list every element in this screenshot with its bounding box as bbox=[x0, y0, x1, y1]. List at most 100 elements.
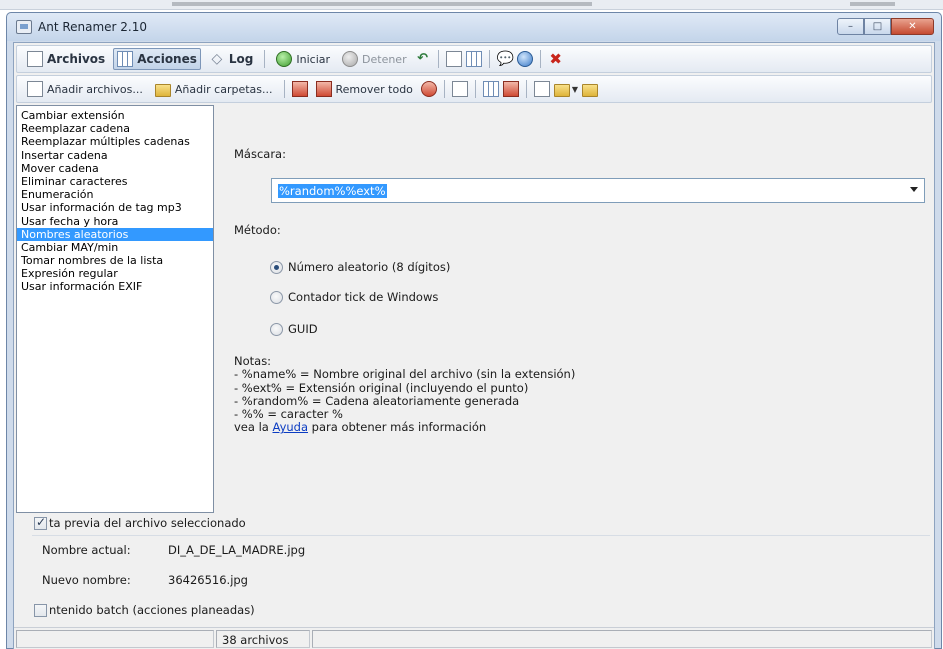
new-name-label: Nuevo nombre: bbox=[42, 573, 131, 587]
list-item[interactable]: Enumeración bbox=[17, 188, 213, 201]
current-name-label: Nombre actual: bbox=[42, 543, 131, 557]
help-link[interactable]: Ayuda bbox=[272, 420, 308, 434]
divider bbox=[32, 535, 930, 536]
notes-line: - %random% = Cadena aleatoriamente gener… bbox=[234, 393, 520, 408]
start-icon bbox=[276, 51, 293, 67]
list-item[interactable]: Tomar nombres de la lista bbox=[17, 254, 213, 267]
preview-checkbox-row[interactable]: ta previa del archivo seleccionado bbox=[34, 515, 246, 530]
window-title: Ant Renamer 2.10 bbox=[38, 20, 148, 34]
iniciar-button[interactable]: Iniciar bbox=[272, 48, 334, 70]
list-item[interactable]: Eliminar caracteres bbox=[17, 175, 213, 188]
toolbar-separator bbox=[264, 50, 266, 68]
minimize-button[interactable]: – bbox=[837, 18, 864, 35]
list-icon[interactable] bbox=[465, 51, 482, 67]
notes-title: Notas: bbox=[234, 354, 272, 368]
list-item[interactable]: Insertar cadena bbox=[17, 149, 213, 162]
list-item[interactable]: Usar información EXIF bbox=[17, 280, 213, 293]
undo-icon[interactable]: ↶ bbox=[415, 51, 431, 67]
list-item[interactable]: Cambiar MAY/min bbox=[17, 241, 213, 254]
list-item[interactable]: Cambiar extensión bbox=[17, 109, 213, 122]
radio-guid[interactable] bbox=[270, 323, 283, 336]
speech-bubble-icon[interactable]: 💬 bbox=[497, 51, 514, 67]
log-label: Log bbox=[228, 52, 254, 66]
acciones-label: Acciones bbox=[137, 52, 197, 66]
status-cell-info bbox=[312, 630, 932, 648]
help-icon[interactable] bbox=[516, 51, 533, 67]
add-files-button[interactable]: Añadir archivos... bbox=[23, 78, 147, 100]
add-folders-button[interactable]: Añadir carpetas... bbox=[151, 78, 277, 100]
close-button[interactable]: ✕ bbox=[891, 18, 934, 35]
list-item-selected[interactable]: Nombres aleatorios bbox=[17, 227, 213, 241]
save-icon[interactable] bbox=[582, 83, 599, 97]
toolbar-separator bbox=[443, 80, 445, 98]
help-suffix: para obtener más información bbox=[311, 420, 487, 435]
batch-checkbox-row[interactable]: ntenido batch (acciones planeadas) bbox=[34, 603, 255, 617]
mask-combobox[interactable]: %random%%ext% bbox=[271, 178, 925, 203]
list-item[interactable]: Mover cadena bbox=[17, 162, 213, 175]
toolbar-separator bbox=[488, 50, 490, 68]
toolbar-separator bbox=[283, 80, 285, 98]
remove-all-icon bbox=[315, 81, 332, 97]
open-icon[interactable] bbox=[553, 83, 570, 97]
search-icon[interactable] bbox=[451, 81, 468, 97]
radio-guid-label[interactable]: GUID bbox=[288, 322, 318, 336]
preview-checkbox-label[interactable]: ta previa del archivo seleccionado bbox=[49, 516, 246, 530]
detener-label: Detener bbox=[362, 52, 407, 66]
iniciar-label: Iniciar bbox=[296, 52, 331, 66]
notes-block: Notas: - %name% = Nombre original del ar… bbox=[234, 354, 576, 435]
radio-tick-counter[interactable] bbox=[270, 291, 283, 304]
toolbar-separator bbox=[474, 80, 476, 98]
notes-line: - %ext% = Extensión original (incluyendo… bbox=[234, 380, 529, 395]
exit-icon[interactable]: ✖ bbox=[548, 51, 564, 67]
client-area: Archivos Acciones ◇ Log Iniciar Detener … bbox=[13, 42, 935, 649]
radio-random-number-label[interactable]: Número aleatorio (8 dígitos) bbox=[288, 260, 450, 274]
detener-button[interactable]: Detener bbox=[338, 48, 411, 70]
archivos-label: Archivos bbox=[47, 52, 106, 66]
toolbar-separator bbox=[539, 50, 541, 68]
remove-selected-icon[interactable] bbox=[291, 81, 308, 97]
status-cell-count: 38 archivos bbox=[216, 630, 310, 648]
files-icon bbox=[27, 51, 43, 67]
move-down-icon[interactable] bbox=[502, 81, 519, 97]
chevron-down-icon[interactable]: ▼ bbox=[572, 85, 578, 94]
remove-all-label: Remover todo bbox=[335, 82, 413, 96]
toolbar-separator bbox=[525, 80, 527, 98]
maximize-button[interactable]: □ bbox=[864, 18, 891, 35]
status-bar: 38 archivos bbox=[14, 627, 934, 649]
batch-checkbox-label[interactable]: ntenido batch (acciones planeadas) bbox=[49, 603, 255, 617]
radio-tick-counter-label[interactable]: Contador tick de Windows bbox=[288, 290, 438, 304]
files-toolbar: Añadir archivos... Añadir carpetas... Re… bbox=[16, 75, 932, 103]
new-name-value: 36426516.jpg bbox=[168, 573, 248, 587]
list-item[interactable]: Reemplazar cadena bbox=[17, 122, 213, 135]
remove-all-button[interactable]: Remover todo bbox=[312, 78, 417, 100]
notes-line: - %% = caracter % bbox=[234, 407, 343, 422]
chevron-down-icon[interactable] bbox=[910, 187, 918, 192]
batch-checkbox[interactable] bbox=[34, 603, 47, 617]
action-options-panel: Máscara: %random%%ext% Método: Número al… bbox=[220, 105, 932, 513]
list-item[interactable]: Expresión regular bbox=[17, 267, 213, 280]
actions-list[interactable]: Cambiar extensión Reemplazar cadena Reem… bbox=[16, 105, 214, 513]
current-name-value: DI_A_DE_LA_MADRE.jpg bbox=[168, 543, 306, 557]
add-folders-label: Añadir carpetas... bbox=[174, 82, 273, 96]
list-item[interactable]: Usar fecha y hora bbox=[17, 215, 213, 228]
notes-line: - %name% = Nombre original del archivo (… bbox=[234, 367, 576, 382]
list-item[interactable]: Reemplazar múltiples cadenas bbox=[17, 135, 213, 148]
background-window-strip bbox=[0, 0, 943, 10]
log-button[interactable]: ◇ Log bbox=[205, 48, 257, 70]
archivos-button[interactable]: Archivos bbox=[23, 48, 109, 70]
app-window: Ant Renamer 2.10 – □ ✕ Archivos Acciones… bbox=[6, 12, 942, 649]
app-icon bbox=[16, 20, 32, 34]
preview-checkbox[interactable] bbox=[34, 515, 47, 530]
mask-value[interactable]: %random%%ext% bbox=[278, 184, 387, 198]
help-line: vea la Ayuda para obtener más informació… bbox=[234, 421, 575, 434]
window-icon[interactable] bbox=[445, 51, 462, 67]
list-item[interactable]: Usar información de tag mp3 bbox=[17, 201, 213, 214]
document-icon[interactable] bbox=[533, 81, 550, 97]
title-bar[interactable]: Ant Renamer 2.10 – □ ✕ bbox=[7, 13, 941, 41]
stop-icon bbox=[342, 51, 359, 67]
remove-dead-icon[interactable] bbox=[420, 81, 437, 97]
move-up-icon[interactable] bbox=[482, 81, 499, 97]
actions-icon bbox=[117, 51, 134, 67]
acciones-button[interactable]: Acciones bbox=[113, 48, 201, 70]
radio-random-number[interactable] bbox=[270, 261, 283, 274]
